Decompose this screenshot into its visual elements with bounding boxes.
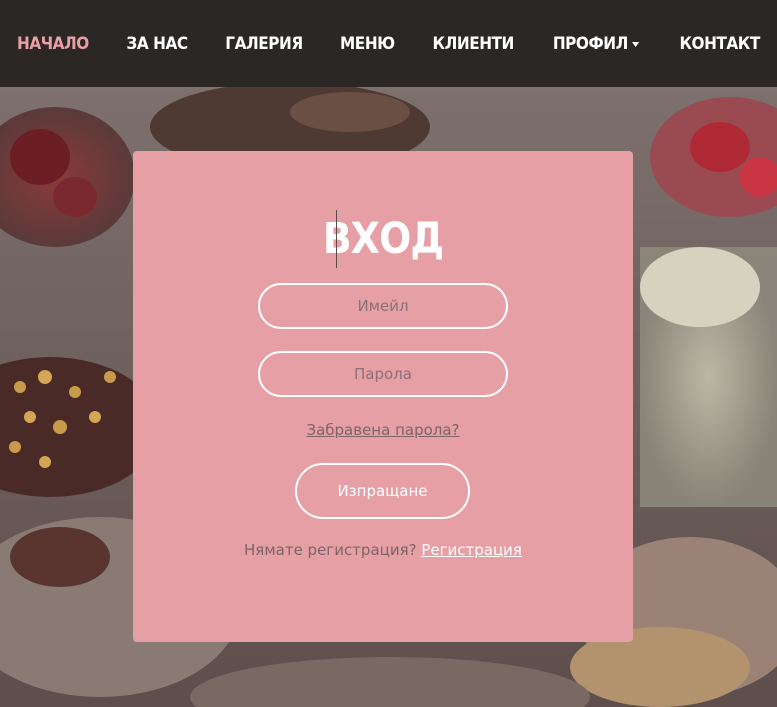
hero-background: ВХОД Забравена парола? Изпращане Нямате … — [0, 87, 777, 707]
register-row: Нямате регистрация? Регистрация — [133, 541, 633, 559]
caret-down-icon — [632, 42, 640, 47]
nav-item-gallery[interactable]: ГАЛЕРИЯ — [212, 34, 316, 54]
nav-item-clients[interactable]: КЛИЕНТИ — [419, 34, 527, 54]
nav-item-gallery-label: ГАЛЕРИЯ — [225, 33, 303, 54]
nav-item-profile-label: ПРОФИЛ — [552, 33, 629, 54]
nav-menu: НАЧАЛО ЗА НАС ГАЛЕРИЯ МЕНЮ КЛИЕНТИ ПРОФИ… — [0, 0, 777, 87]
nav-item-profile-dropdown[interactable]: ПРОФИЛ — [539, 34, 653, 54]
email-input[interactable] — [258, 283, 508, 329]
nav-item-contact-label: КОНТАКТ — [678, 33, 760, 54]
register-link[interactable]: Регистрация — [421, 541, 522, 559]
nav-item-about-label: ЗА НАС — [126, 33, 188, 54]
nav-item-about[interactable]: ЗА НАС — [113, 34, 201, 54]
nav-item-clients-label: КЛИЕНТИ — [432, 33, 514, 54]
text-cursor — [336, 210, 337, 268]
login-card: ВХОД Забравена парола? Изпращане Нямате … — [133, 151, 633, 642]
nav-item-menu[interactable]: МЕНЮ — [327, 34, 409, 54]
password-input[interactable] — [258, 351, 508, 397]
forgot-password-link[interactable]: Забравена парола? — [133, 421, 633, 439]
top-navbar: НАЧАЛО ЗА НАС ГАЛЕРИЯ МЕНЮ КЛИЕНТИ ПРОФИ… — [0, 0, 777, 87]
nav-item-menu-label: МЕНЮ — [340, 33, 395, 54]
login-title: ВХОД — [322, 214, 444, 264]
nav-item-home[interactable]: НАЧАЛО — [4, 34, 103, 54]
nav-item-home-label: НАЧАЛО — [17, 33, 90, 54]
register-prompt: Нямате регистрация? — [244, 541, 417, 559]
submit-button[interactable]: Изпращане — [295, 463, 470, 519]
nav-item-contact[interactable]: КОНТАКТ — [665, 34, 772, 54]
